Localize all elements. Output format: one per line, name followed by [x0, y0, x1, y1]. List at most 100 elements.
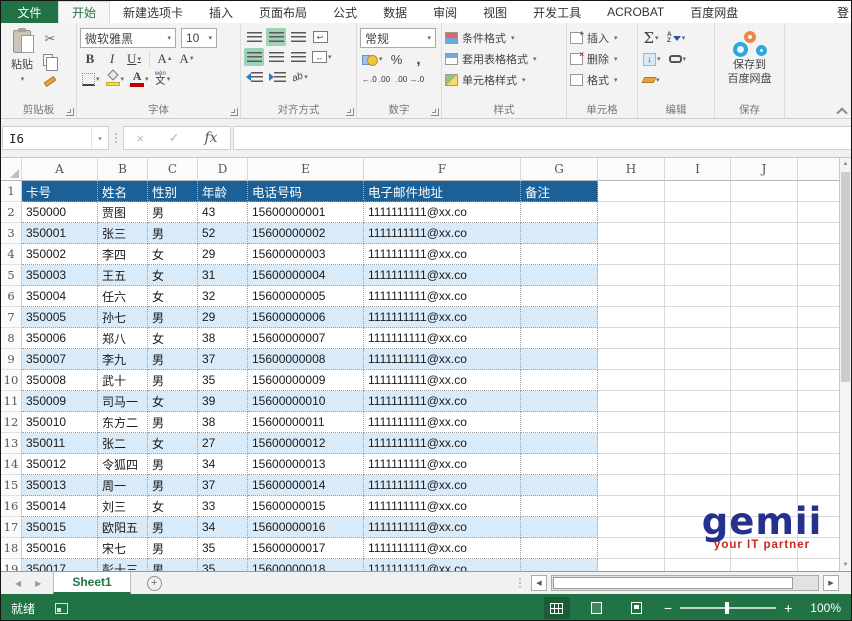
cell-E4[interactable]: 15600000003 [248, 244, 364, 265]
cut-button[interactable]: ✂ [40, 30, 60, 48]
cell-F17[interactable]: 1111111111@xx.co [364, 517, 521, 538]
cell-B19[interactable]: 彭十三 [98, 559, 148, 571]
cell-K3[interactable] [798, 223, 841, 244]
cell-D14[interactable]: 34 [198, 454, 248, 475]
cell-G12[interactable] [521, 412, 598, 433]
align-right-button[interactable] [288, 48, 308, 66]
cell-J11[interactable] [731, 391, 798, 412]
cell-B13[interactable]: 张二 [98, 433, 148, 454]
vertical-scrollbar[interactable]: ▲ ▼ [839, 158, 851, 571]
vertical-scroll-thumb[interactable] [841, 172, 850, 382]
sheet-tab-sheet1[interactable]: Sheet1 [53, 572, 130, 594]
cell-A1[interactable]: 卡号 [22, 181, 98, 202]
save-to-netdisk-button[interactable]: 保存到百度网盘 [718, 26, 781, 87]
cell-G6[interactable] [521, 286, 598, 307]
cell-J3[interactable] [731, 223, 798, 244]
cell-F4[interactable]: 1111111111@xx.co [364, 244, 521, 265]
cell-K5[interactable] [798, 265, 841, 286]
tab-百度网盘[interactable]: 百度网盘 [677, 1, 751, 23]
clear-button[interactable]: ▾ [641, 71, 662, 89]
new-sheet-button[interactable]: + [147, 576, 162, 591]
cell-E7[interactable]: 15600000006 [248, 307, 364, 328]
cell-B17[interactable]: 欧阳五 [98, 517, 148, 538]
cell-F1[interactable]: 电子邮件地址 [364, 181, 521, 202]
cell-D16[interactable]: 33 [198, 496, 248, 517]
cell-E18[interactable]: 15600000017 [248, 538, 364, 559]
cell-K14[interactable] [798, 454, 841, 475]
row-header-9[interactable]: 9 [1, 349, 22, 370]
cell-I9[interactable] [665, 349, 731, 370]
select-all-corner[interactable] [1, 158, 22, 181]
phonetic-button[interactable]: wén文▾ [153, 70, 173, 88]
cell-H1[interactable] [598, 181, 665, 202]
cell-I7[interactable] [665, 307, 731, 328]
column-header-A[interactable]: A [22, 158, 98, 181]
cell-D18[interactable]: 35 [198, 538, 248, 559]
find-select-button[interactable]: ▾ [667, 50, 689, 68]
cell-F11[interactable]: 1111111111@xx.co [364, 391, 521, 412]
zoom-in-button[interactable]: + [784, 600, 792, 616]
cell-A8[interactable]: 350006 [22, 328, 98, 349]
align-center-button[interactable] [266, 48, 286, 66]
cell-K17[interactable] [798, 517, 841, 538]
increase-decimal-button[interactable]: ←.0 .00 [360, 70, 392, 88]
tab-新建选项卡[interactable]: 新建选项卡 [110, 1, 196, 23]
cell-K16[interactable] [798, 496, 841, 517]
cell-H7[interactable] [598, 307, 665, 328]
collapse-ribbon-icon[interactable] [837, 106, 845, 114]
wrap-text-button[interactable]: ↩ [310, 28, 330, 46]
number-format-select[interactable]: 常规▾ [360, 28, 436, 48]
cell-H19[interactable] [598, 559, 665, 571]
cell-A6[interactable]: 350004 [22, 286, 98, 307]
cell-C5[interactable]: 女 [148, 265, 198, 286]
cell-E16[interactable]: 15600000015 [248, 496, 364, 517]
row-header-2[interactable]: 2 [1, 202, 22, 223]
column-header-I[interactable]: I [665, 158, 731, 181]
cell-G9[interactable] [521, 349, 598, 370]
cell-H9[interactable] [598, 349, 665, 370]
italic-button[interactable]: I [102, 50, 122, 68]
macro-record-icon[interactable] [55, 603, 68, 614]
name-box[interactable]: I6 ▾ [2, 126, 109, 150]
scroll-up-icon[interactable]: ▲ [840, 158, 851, 170]
bold-button[interactable]: B [80, 50, 100, 68]
cell-A7[interactable]: 350005 [22, 307, 98, 328]
cell-A10[interactable]: 350008 [22, 370, 98, 391]
clipboard-dialog-launcher-icon[interactable] [66, 108, 74, 116]
cell-I19[interactable] [665, 559, 731, 571]
name-box-dropdown-icon[interactable]: ▾ [91, 127, 108, 149]
row-header-7[interactable]: 7 [1, 307, 22, 328]
cell-G7[interactable] [521, 307, 598, 328]
percent-style-button[interactable]: % [387, 50, 407, 68]
row-header-1[interactable]: 1 [1, 181, 22, 202]
cell-K2[interactable] [798, 202, 841, 223]
cell-I14[interactable] [665, 454, 731, 475]
formula-input[interactable] [233, 126, 851, 150]
tab-公式[interactable]: 公式 [320, 1, 370, 23]
cell-A3[interactable]: 350001 [22, 223, 98, 244]
insert-function-icon[interactable]: fx [204, 130, 217, 146]
row-header-5[interactable]: 5 [1, 265, 22, 286]
cell-E13[interactable]: 15600000012 [248, 433, 364, 454]
paste-dropdown-icon[interactable]: ▾ [21, 75, 25, 83]
cell-K7[interactable] [798, 307, 841, 328]
scroll-down-icon[interactable]: ▼ [840, 559, 851, 571]
comma-style-button[interactable]: , [409, 50, 429, 68]
cell-G17[interactable] [521, 517, 598, 538]
cell-D7[interactable]: 29 [198, 307, 248, 328]
cell-A18[interactable]: 350016 [22, 538, 98, 559]
cell-K12[interactable] [798, 412, 841, 433]
cell-F8[interactable]: 1111111111@xx.co [364, 328, 521, 349]
zoom-percentage[interactable]: 100% [810, 601, 841, 615]
cell-B3[interactable]: 张三 [98, 223, 148, 244]
cell-J15[interactable] [731, 475, 798, 496]
cell-B6[interactable]: 任六 [98, 286, 148, 307]
cell-F18[interactable]: 1111111111@xx.co [364, 538, 521, 559]
cell-J1[interactable] [731, 181, 798, 202]
cell-B18[interactable]: 宋七 [98, 538, 148, 559]
cell-K18[interactable] [798, 538, 841, 559]
insert-cells-button[interactable]: 插入▾ [570, 29, 634, 47]
bottom-align-button[interactable] [288, 28, 308, 46]
cell-C1[interactable]: 性别 [148, 181, 198, 202]
cell-H11[interactable] [598, 391, 665, 412]
